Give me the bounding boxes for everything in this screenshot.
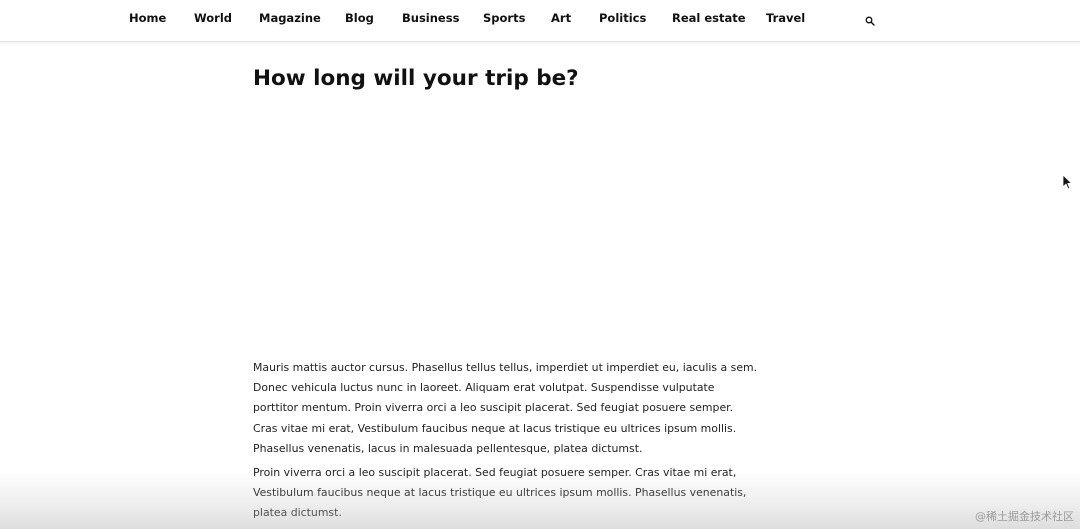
nav-item-world[interactable]: World xyxy=(194,11,232,25)
nav-item-business[interactable]: Business xyxy=(402,11,459,25)
nav-item-home[interactable]: Home xyxy=(129,11,166,25)
nav-item-blog[interactable]: Blog xyxy=(345,11,374,25)
nav-item-real-estate[interactable]: Real estate xyxy=(672,11,746,25)
article-body: Mauris mattis auctor cursus. Phasellus t… xyxy=(253,358,758,528)
nav-item-art[interactable]: Art xyxy=(551,11,571,25)
search-icon xyxy=(865,16,875,26)
main-nav: Home World Magazine Blog Business Sports… xyxy=(0,0,1080,36)
article-paragraph: Mauris mattis auctor cursus. Phasellus t… xyxy=(253,361,758,455)
nav-item-magazine[interactable]: Magazine xyxy=(259,11,321,25)
nav-item-politics[interactable]: Politics xyxy=(599,11,646,25)
top-navigation-bar: Home World Magazine Blog Business Sports… xyxy=(0,0,1080,42)
page-title: How long will your trip be? xyxy=(253,66,579,91)
search-button[interactable] xyxy=(865,11,877,26)
article-paragraph: Proin viverra orci a leo suscipit placer… xyxy=(253,466,747,520)
mouse-pointer-icon xyxy=(1062,174,1072,190)
nav-item-sports[interactable]: Sports xyxy=(483,11,525,25)
nav-item-travel[interactable]: Travel xyxy=(766,11,805,25)
watermark: @稀土掘金技术社区 xyxy=(975,510,1074,523)
